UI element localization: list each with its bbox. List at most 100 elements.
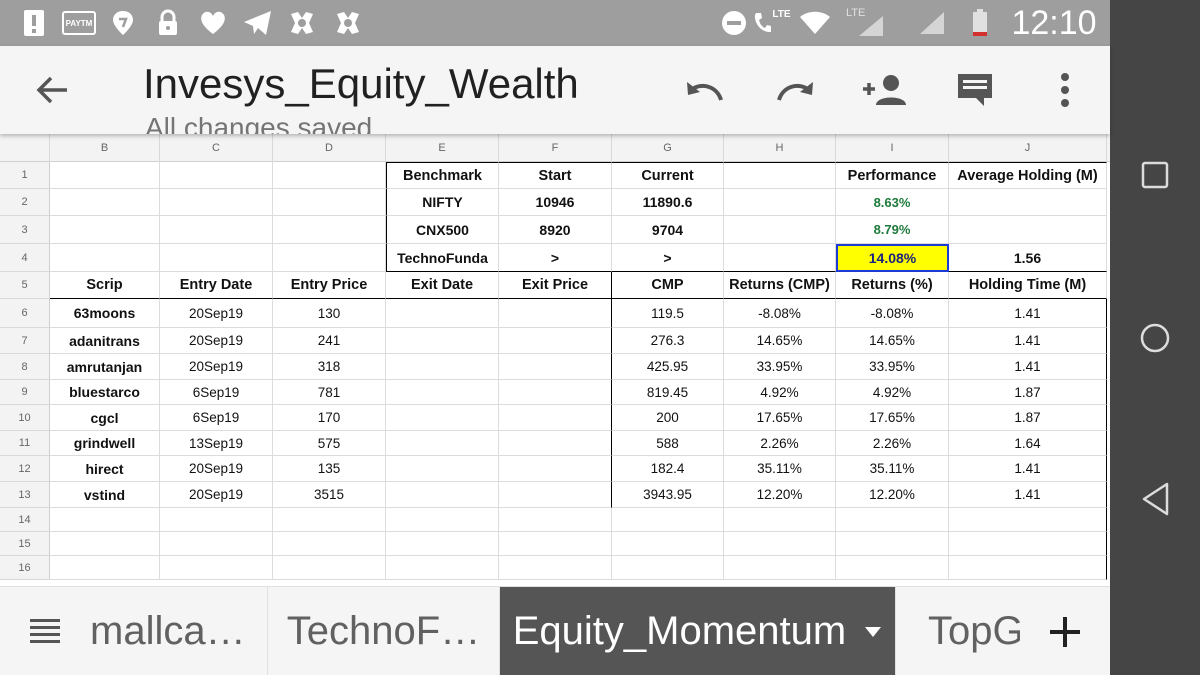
average-holding-value[interactable]: 1.56: [949, 244, 1107, 272]
cell[interactable]: [160, 244, 273, 272]
recents-button[interactable]: [1141, 161, 1169, 189]
cell-returns-pct[interactable]: 14.65%: [836, 328, 949, 354]
cell-entry-date[interactable]: 20Sep19: [160, 482, 273, 508]
column-header-g[interactable]: G: [612, 134, 724, 162]
cell-returns-cmp[interactable]: 35.11%: [724, 456, 836, 482]
cell-scrip[interactable]: vstind: [50, 482, 160, 508]
benchmark-start[interactable]: 8920: [499, 216, 612, 244]
cell[interactable]: [612, 556, 724, 580]
benchmark-header[interactable]: Benchmark: [386, 162, 499, 189]
row-header-12[interactable]: 12: [0, 456, 50, 482]
back-button[interactable]: [24, 62, 80, 118]
more-options-button[interactable]: [1037, 62, 1093, 118]
cell[interactable]: [273, 244, 386, 272]
cell[interactable]: [160, 556, 273, 580]
column-header-h[interactable]: H: [724, 134, 836, 162]
cell[interactable]: [386, 456, 499, 482]
header-entry-date[interactable]: Entry Date: [160, 272, 273, 299]
cell[interactable]: [499, 456, 612, 482]
cell[interactable]: [499, 354, 612, 380]
benchmark-current[interactable]: >: [612, 244, 724, 272]
cell-entry-price[interactable]: 135: [273, 456, 386, 482]
cell[interactable]: [50, 189, 160, 216]
header-scrip[interactable]: Scrip: [50, 272, 160, 299]
cell-returns-cmp[interactable]: -8.08%: [724, 299, 836, 328]
add-sheet-button[interactable]: [1020, 587, 1110, 675]
cell-scrip[interactable]: grindwell: [50, 431, 160, 456]
cell[interactable]: [50, 244, 160, 272]
cell[interactable]: [386, 328, 499, 354]
cell-holding-time[interactable]: 1.41: [949, 328, 1107, 354]
redo-button[interactable]: [767, 62, 823, 118]
cell[interactable]: [160, 189, 273, 216]
cell[interactable]: [949, 556, 1107, 580]
cell-returns-pct[interactable]: 2.26%: [836, 431, 949, 456]
row-header-5[interactable]: 5: [0, 272, 50, 299]
cell-cmp[interactable]: 119.5: [612, 299, 724, 328]
cell[interactable]: [386, 532, 499, 556]
cell[interactable]: [273, 508, 386, 532]
column-header-j[interactable]: J: [949, 134, 1107, 162]
cell-returns-cmp[interactable]: 2.26%: [724, 431, 836, 456]
cell[interactable]: [724, 216, 836, 244]
cell[interactable]: [499, 299, 612, 328]
header-returns-pct[interactable]: Returns (%): [836, 272, 949, 299]
cell[interactable]: [160, 508, 273, 532]
cell[interactable]: [836, 508, 949, 532]
row-header-16[interactable]: 16: [0, 556, 50, 580]
cell-returns-pct[interactable]: 12.20%: [836, 482, 949, 508]
cell-returns-pct[interactable]: 4.92%: [836, 380, 949, 405]
column-header-e[interactable]: E: [386, 134, 499, 162]
row-header-3[interactable]: 3: [0, 216, 50, 244]
benchmark-current[interactable]: 9704: [612, 216, 724, 244]
cell[interactable]: [273, 556, 386, 580]
cell-returns-cmp[interactable]: 14.65%: [724, 328, 836, 354]
cell[interactable]: [273, 216, 386, 244]
row-header-10[interactable]: 10: [0, 405, 50, 431]
cell[interactable]: [386, 556, 499, 580]
row-header-14[interactable]: 14: [0, 508, 50, 532]
cell-returns-cmp[interactable]: 17.65%: [724, 405, 836, 431]
start-header[interactable]: Start: [499, 162, 612, 189]
cell-scrip[interactable]: 63moons: [50, 299, 160, 328]
cell[interactable]: [50, 556, 160, 580]
cell[interactable]: [499, 482, 612, 508]
tab-topgainers[interactable]: TopGa: [896, 587, 1020, 675]
benchmark-name[interactable]: CNX500: [386, 216, 499, 244]
cell-scrip[interactable]: hirect: [50, 456, 160, 482]
cell[interactable]: [499, 508, 612, 532]
cell[interactable]: [836, 532, 949, 556]
cell-entry-date[interactable]: 20Sep19: [160, 299, 273, 328]
cell-entry-price[interactable]: 3515: [273, 482, 386, 508]
cell[interactable]: [724, 556, 836, 580]
column-header-c[interactable]: C: [160, 134, 273, 162]
cell-entry-price[interactable]: 781: [273, 380, 386, 405]
cell[interactable]: [273, 532, 386, 556]
cell[interactable]: [612, 532, 724, 556]
header-entry-price[interactable]: Entry Price: [273, 272, 386, 299]
cell[interactable]: [386, 299, 499, 328]
row-header-2[interactable]: 2: [0, 189, 50, 216]
row-header-15[interactable]: 15: [0, 532, 50, 556]
spreadsheet-grid[interactable]: BCDEFGHIJ 1 2 3 4 5 6 7 8 9 10 11 12 13 14 15 16 Benchm…: [0, 134, 1110, 586]
cell-entry-price[interactable]: 130: [273, 299, 386, 328]
benchmark-performance[interactable]: 8.63%: [836, 189, 949, 216]
row-header-7[interactable]: 7: [0, 328, 50, 354]
row-header-13[interactable]: 13: [0, 482, 50, 508]
current-header[interactable]: Current: [612, 162, 724, 189]
cell-holding-time[interactable]: 1.41: [949, 354, 1107, 380]
home-button[interactable]: [1139, 322, 1171, 354]
benchmark-start[interactable]: 10946: [499, 189, 612, 216]
cell-entry-date[interactable]: 13Sep19: [160, 431, 273, 456]
cell-cmp[interactable]: 276.3: [612, 328, 724, 354]
cell[interactable]: [160, 216, 273, 244]
cell-returns-pct[interactable]: 35.11%: [836, 456, 949, 482]
cell-holding-time[interactable]: 1.87: [949, 380, 1107, 405]
row-header-8[interactable]: 8: [0, 354, 50, 380]
cell-holding-time[interactable]: 1.87: [949, 405, 1107, 431]
cell[interactable]: [499, 532, 612, 556]
comments-button[interactable]: [947, 62, 1003, 118]
cell-holding-time[interactable]: 1.64: [949, 431, 1107, 456]
cell-scrip[interactable]: bluestarco: [50, 380, 160, 405]
cell-entry-date[interactable]: 6Sep19: [160, 405, 273, 431]
